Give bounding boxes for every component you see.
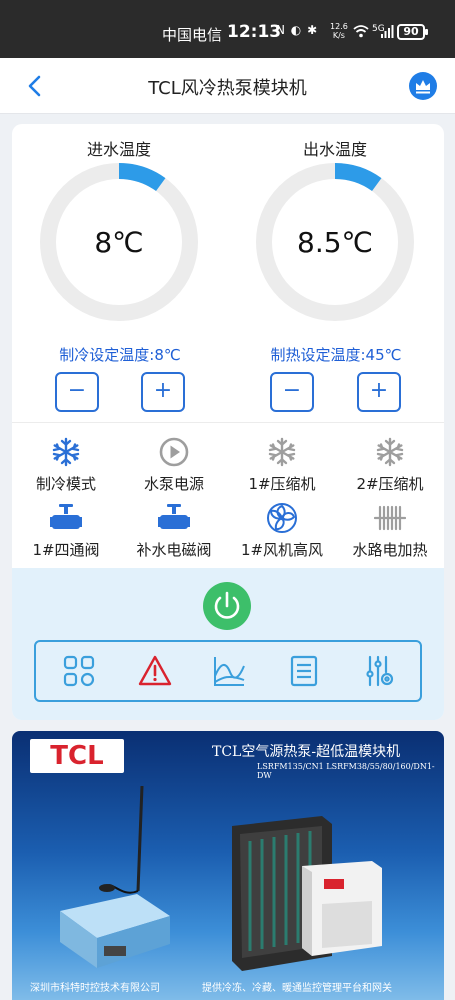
fan-icon xyxy=(267,503,297,533)
power-icon xyxy=(214,591,240,619)
crown-icon xyxy=(416,80,430,94)
plus-icon: + xyxy=(153,378,173,403)
status-bar: 中国电信 12:13 N ◐ ✱ 12.6 K/s 5G 90 xyxy=(0,0,455,58)
cooling-setpoint-label: 制冷设定温度:8℃ xyxy=(59,346,181,364)
valve-icon xyxy=(158,504,190,529)
snowflake-icon xyxy=(376,437,404,467)
outlet-temp-label: 出水温度 xyxy=(302,140,367,159)
section-divider xyxy=(12,422,444,423)
heat-pump-unit-image xyxy=(232,816,382,971)
tcl-logo: TCL xyxy=(30,739,124,773)
status-compressor-2: 2#压缩机 xyxy=(336,436,444,494)
status-fan-high: 1#风机高风 xyxy=(228,502,336,560)
status-compressor-1: 1#压缩机 xyxy=(228,436,336,494)
status-cooling-mode: 制冷模式 xyxy=(12,436,120,494)
status-label: 1#四通阀 xyxy=(32,541,100,559)
status-label: 水路电加热 xyxy=(352,541,428,559)
app-header: TCL风冷热泵模块机 xyxy=(0,58,455,114)
vip-button[interactable] xyxy=(409,72,437,100)
heating-increase-button[interactable]: + xyxy=(357,372,401,412)
heating-decrease-button[interactable]: − xyxy=(270,372,314,412)
company-slogan: 提供冷冻、冷藏、暖通监控管理平台和网关 xyxy=(202,983,392,994)
plus-icon: + xyxy=(369,378,389,403)
minus-icon: − xyxy=(282,378,302,403)
heater-icon xyxy=(374,505,406,531)
clock: 12:13 xyxy=(227,22,282,42)
snowflake-icon xyxy=(52,437,80,467)
grid-icon[interactable] xyxy=(62,654,96,688)
status-label: 补水电磁阀 xyxy=(136,541,212,559)
gateway-device-image xyxy=(60,786,170,968)
company-name: 深圳市科特时控技术有限公司 xyxy=(30,983,160,994)
snowflake-icon xyxy=(268,437,296,467)
list-icon[interactable] xyxy=(287,654,321,688)
control-card: 进水温度 8℃ 出水温度 8.5℃ 制冷设定温度:8℃ 制热设定温度:45℃ −… xyxy=(12,124,444,720)
inlet-temp-value: 8℃ xyxy=(94,226,144,259)
settings-sliders-icon[interactable] xyxy=(362,654,396,688)
function-toolbar xyxy=(34,640,422,702)
valve-icon xyxy=(50,504,82,529)
banner-subtitle: LSRFM135/CN1 LSRFM38/55/80/160/DN1-DW xyxy=(257,762,435,780)
promo-banner[interactable]: TCL TCL空气源热泵-超低温模块机 LSRFM135/CN1 LSRFM38… xyxy=(12,731,444,1000)
page-title: TCL风冷热泵模块机 xyxy=(148,78,307,99)
status-label: 1#压缩机 xyxy=(248,475,316,493)
status-makeup-valve: 补水电磁阀 xyxy=(120,502,228,560)
status-electric-heater: 水路电加热 xyxy=(336,502,444,560)
status-label: 水泵电源 xyxy=(143,475,204,493)
speed-unit: K/s xyxy=(332,31,345,40)
cooling-decrease-button[interactable]: − xyxy=(55,372,99,412)
alarm-icon[interactable] xyxy=(138,654,172,688)
banner-title: TCL空气源热泵-超低温模块机 xyxy=(212,744,401,760)
speed-value: 12.6 xyxy=(330,22,348,31)
status-four-way-valve: 1#四通阀 xyxy=(12,502,120,560)
heating-setpoint-label: 制热设定温度:45℃ xyxy=(270,346,402,364)
battery-indicator: 90 xyxy=(397,24,428,40)
status-label: 2#压缩机 xyxy=(356,475,424,493)
minus-icon: − xyxy=(67,378,87,403)
wifi-icon xyxy=(353,25,369,38)
inlet-temp-label: 进水温度 xyxy=(86,140,151,159)
power-button[interactable] xyxy=(203,582,251,630)
carrier-label: 中国电信 xyxy=(162,26,223,44)
signal-icon xyxy=(381,25,394,38)
outlet-temp-value: 8.5℃ xyxy=(297,226,373,259)
network-speed: 12.6 K/s xyxy=(330,22,348,40)
action-area xyxy=(12,568,444,720)
cooling-increase-button[interactable]: + xyxy=(141,372,185,412)
status-pump-power: 水泵电源 xyxy=(120,436,228,494)
play-icon xyxy=(159,437,189,467)
trend-chart-icon[interactable] xyxy=(212,654,246,688)
notification-icons: N ◐ ✱ xyxy=(276,23,319,37)
status-label: 1#风机高风 xyxy=(240,541,324,559)
logo-text: TCL xyxy=(50,741,104,771)
status-label: 制冷模式 xyxy=(35,475,96,493)
